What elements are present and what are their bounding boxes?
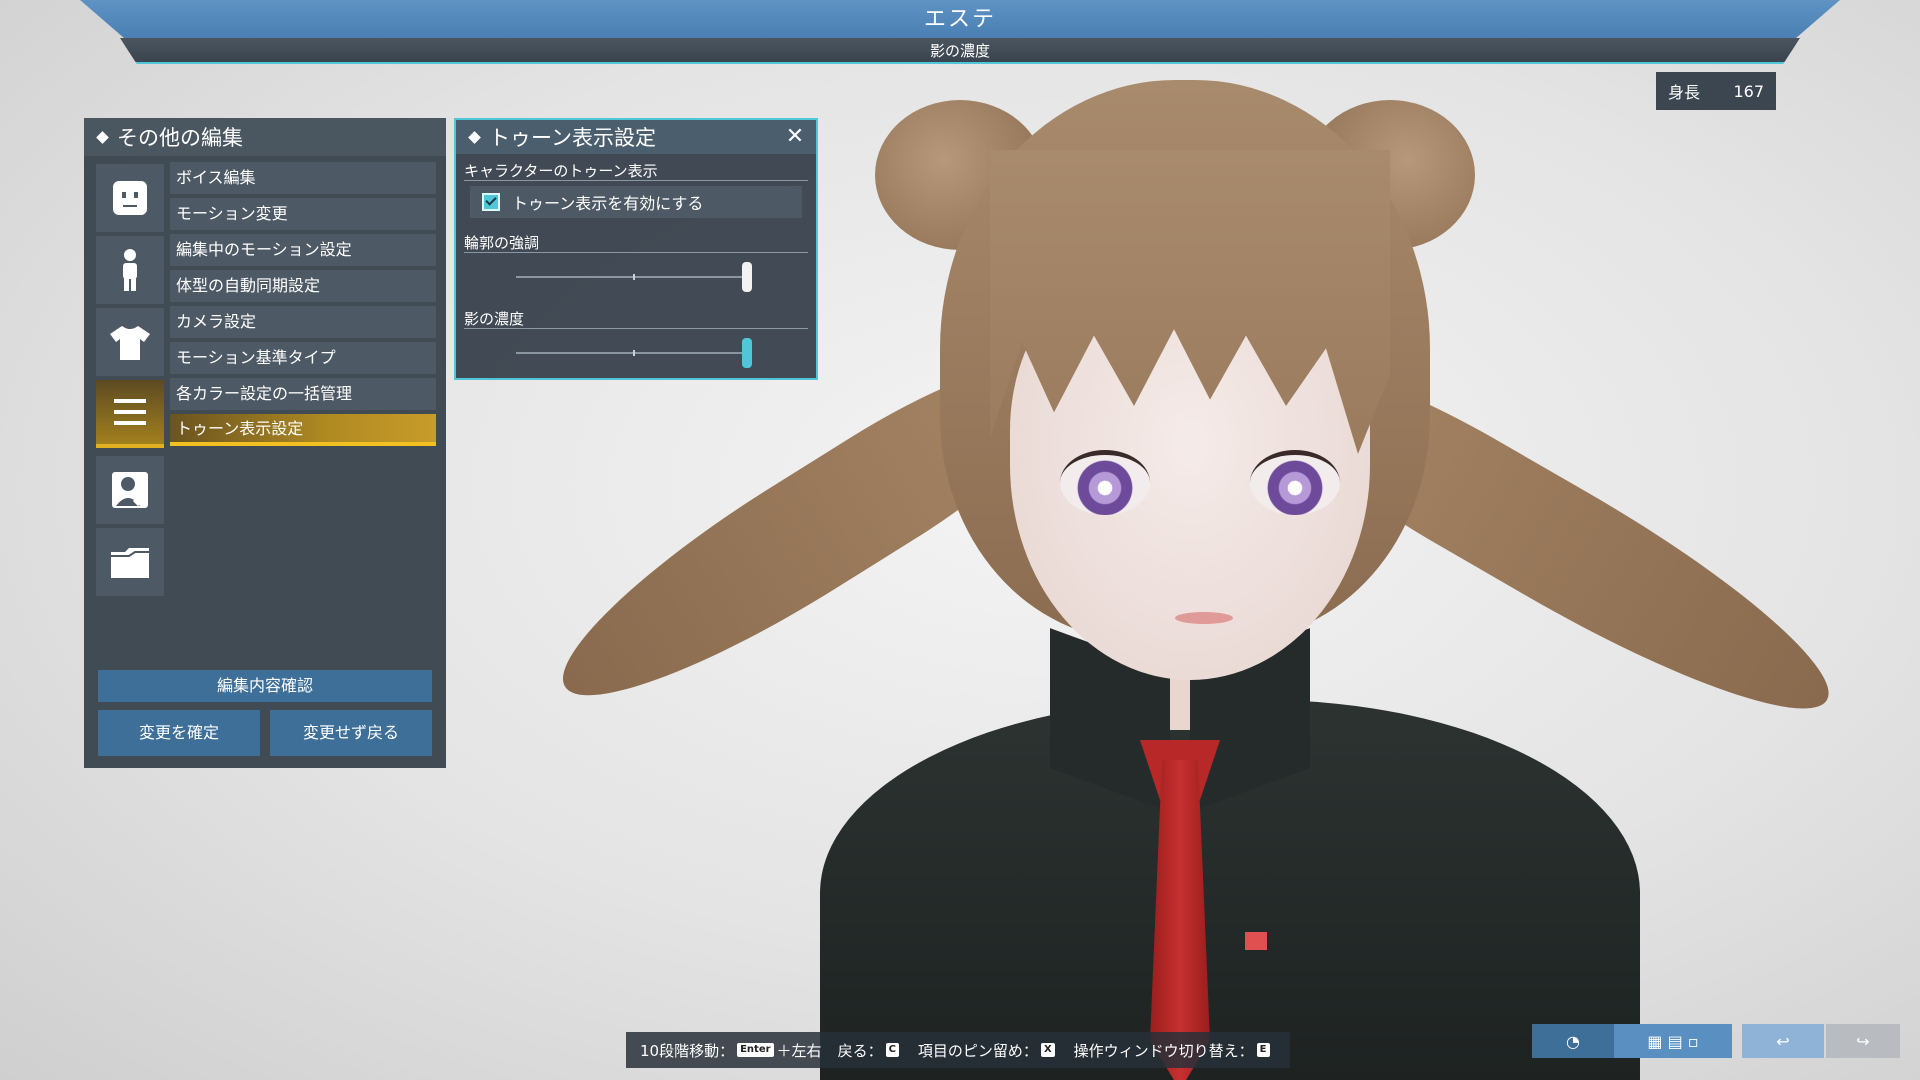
height-label: 身長: [1668, 83, 1701, 102]
help-switch-window: 操作ウィンドウ切り替え：: [1073, 1041, 1254, 1060]
screen-subtitle: 影の濃度: [929, 42, 990, 60]
toon-enable-row[interactable]: トゥーン表示を有効にする: [470, 186, 802, 218]
toon-enable-label: トゥーン表示を有効にする: [512, 194, 704, 213]
help-step-move: 10段階移動：: [640, 1041, 735, 1060]
slider-midpoint: [633, 350, 635, 356]
clothing-icon: ▦ ▤ ▫: [1647, 1031, 1699, 1051]
toon-window-header: トゥーン表示設定 ✕: [456, 120, 816, 154]
panel-header: その他の編集: [84, 118, 446, 156]
help-bar: 10段階移動： Enter ＋左右 戻る： C 項目のピン留め： X 操作ウィン…: [626, 1032, 1290, 1068]
menu-item-motion-base-type[interactable]: モーション基準タイプ: [170, 342, 436, 374]
discard-changes-button[interactable]: 変更せず戻る: [270, 710, 432, 756]
shadow-slider-thumb[interactable]: [742, 338, 752, 368]
menu-item-voice-edit[interactable]: ボイス編集: [170, 162, 436, 194]
height-value: 167: [1733, 81, 1764, 101]
category-clothing[interactable]: [96, 308, 164, 376]
screen-title: エステ: [923, 7, 996, 32]
rotate-view-button[interactable]: ◔: [1532, 1024, 1614, 1058]
back-key-icon: C: [885, 1043, 899, 1057]
help-back: 戻る：: [837, 1041, 883, 1060]
toon-window-title: トゥーン表示設定: [489, 126, 656, 150]
diamond-icon: [96, 130, 109, 144]
apply-changes-button[interactable]: 変更を確定: [98, 710, 260, 756]
enter-key-icon: Enter: [737, 1043, 774, 1057]
other-edit-panel: その他の編集 ボイス編集 モーション変更 編集中のモーション設定 体型の自動同期…: [84, 118, 446, 768]
folder-icon: [111, 548, 149, 578]
pin-key-icon: X: [1040, 1043, 1055, 1057]
body-icon: [123, 249, 137, 291]
section-divider: [464, 180, 808, 181]
confirm-edits-button[interactable]: 編集内容確認: [98, 670, 432, 702]
shadow-slider[interactable]: [516, 338, 752, 368]
height-readout: 身長 167: [1656, 72, 1776, 110]
diamond-icon: [468, 130, 481, 144]
menu-lines-icon: [114, 399, 146, 425]
shirt-icon: [110, 326, 150, 360]
section-divider: [464, 328, 808, 329]
menu-item-camera[interactable]: カメラ設定: [170, 306, 436, 338]
menu-item-color-bulk[interactable]: 各カラー設定の一括管理: [170, 378, 436, 410]
undo-icon: ↩: [1776, 1031, 1790, 1051]
outline-slider[interactable]: [516, 262, 752, 292]
category-other[interactable]: [96, 380, 164, 448]
menu-item-motion-change[interactable]: モーション変更: [170, 198, 436, 230]
menu-item-toon-display[interactable]: トゥーン表示設定: [170, 414, 436, 446]
menu-item-body-sync[interactable]: 体型の自動同期設定: [170, 270, 436, 302]
panel-title: その他の編集: [117, 126, 243, 150]
undo-button[interactable]: ↩: [1742, 1024, 1824, 1058]
toon-settings-window: トゥーン表示設定 ✕ キャラクターのトゥーン表示 トゥーン表示を有効にする 輪郭…: [454, 118, 818, 380]
help-pin: 項目のピン留め：: [917, 1041, 1038, 1060]
uniform-badge: [1245, 932, 1267, 950]
eye-right: [1250, 450, 1340, 515]
person-check-icon: [112, 472, 148, 508]
close-icon[interactable]: ✕: [782, 124, 808, 150]
category-profile[interactable]: [96, 456, 164, 524]
lips: [1175, 612, 1233, 624]
switch-key-icon: E: [1256, 1043, 1270, 1057]
shadow-section-label: 影の濃度: [464, 310, 525, 328]
help-left-right: ＋左右: [776, 1041, 822, 1060]
category-face[interactable]: [96, 164, 164, 232]
category-folder[interactable]: [96, 528, 164, 596]
redo-button[interactable]: ↪: [1826, 1024, 1900, 1058]
section-divider: [464, 252, 808, 253]
eye-left: [1060, 450, 1150, 515]
slider-midpoint: [633, 274, 635, 280]
outfit-toggle-button[interactable]: ▦ ▤ ▫: [1614, 1024, 1732, 1058]
redo-icon: ↪: [1856, 1031, 1870, 1051]
toon-enable-checkbox[interactable]: [482, 193, 500, 211]
face-icon: [113, 181, 147, 215]
category-body[interactable]: [96, 236, 164, 304]
outline-section-label: 輪郭の強調: [464, 234, 540, 252]
rotate-icon: ◔: [1566, 1031, 1580, 1051]
menu-item-editing-motion[interactable]: 編集中のモーション設定: [170, 234, 436, 266]
toon-display-section-label: キャラクターのトゥーン表示: [464, 162, 658, 180]
outline-slider-thumb[interactable]: [742, 262, 752, 292]
